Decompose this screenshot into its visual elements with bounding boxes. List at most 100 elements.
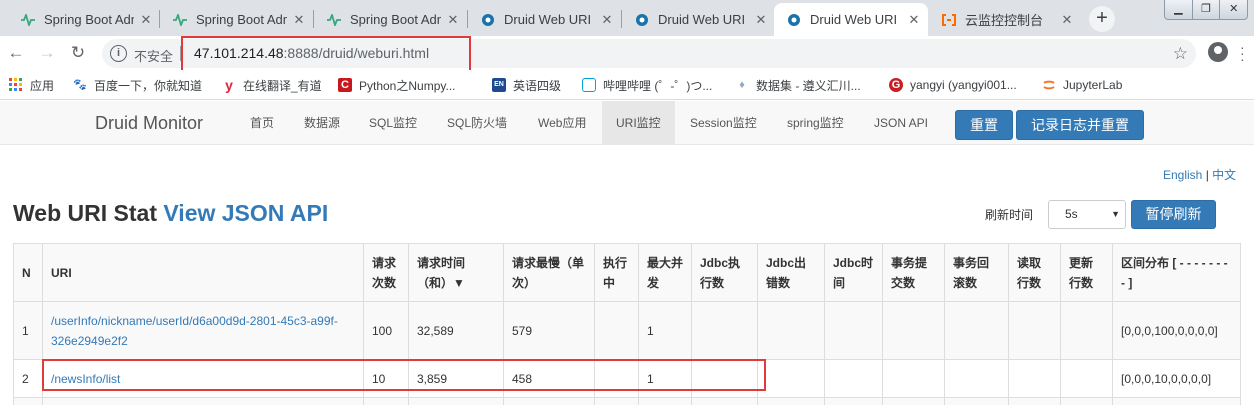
col-header-tx-commit[interactable]: 事务提交数 bbox=[882, 243, 945, 302]
new-tab-button[interactable]: + bbox=[1089, 6, 1115, 32]
close-tab-icon[interactable]: ✕ bbox=[291, 12, 307, 28]
forward-arrow-icon[interactable]: → bbox=[35, 41, 59, 65]
close-tab-icon[interactable]: ✕ bbox=[1059, 12, 1075, 28]
minimize-icon[interactable]: ▁ bbox=[1165, 0, 1193, 19]
col-header-tx-rollback[interactable]: 事务回滚数 bbox=[944, 243, 1009, 302]
browser-tab[interactable]: 云监控控制台 ✕ bbox=[929, 3, 1081, 36]
restore-icon[interactable]: ❐ bbox=[1193, 0, 1221, 19]
bookmark-label: 哔哩哔哩 (゜-゜)つ... bbox=[603, 78, 713, 93]
cell-max-concurrency bbox=[638, 397, 692, 405]
bookmark-label: 英语四级 bbox=[513, 78, 562, 93]
browser-tab[interactable]: Spring Boot Admin ✕ bbox=[8, 3, 160, 36]
view-json-api-link[interactable]: View JSON API bbox=[163, 200, 328, 226]
brand-title[interactable]: Druid Monitor bbox=[95, 113, 203, 134]
cell-request-time-sum bbox=[408, 397, 504, 405]
table-header-row: N URI 请求次数 请求时间（和）▼ 请求最慢（单次） 执行中 最大并发 Jd… bbox=[13, 243, 1241, 302]
nav-uri[interactable]: URI监控 bbox=[602, 101, 675, 145]
cell-tx-commit bbox=[882, 397, 945, 405]
reset-button[interactable]: 重置 bbox=[955, 110, 1013, 140]
info-icon[interactable]: i bbox=[110, 45, 127, 62]
cell-jdbc-exec bbox=[691, 397, 758, 405]
cell-rows-updated bbox=[1060, 397, 1113, 405]
cell-jdbc-exec bbox=[691, 301, 758, 360]
close-tab-icon[interactable]: ✕ bbox=[599, 12, 615, 28]
nav-datasource[interactable]: 数据源 bbox=[290, 101, 354, 145]
tab-title: Druid Web URI bbox=[810, 12, 898, 27]
cell-tx-rollback bbox=[944, 397, 1009, 405]
col-header-histogram[interactable]: 区间分布 [ - - - - - - - - ] bbox=[1112, 243, 1241, 302]
cell-jdbc-time bbox=[824, 301, 883, 360]
cell-executing bbox=[594, 301, 639, 360]
col-header-rows-updated[interactable]: 更新行数 bbox=[1060, 243, 1113, 302]
close-tab-icon[interactable]: ✕ bbox=[906, 12, 922, 28]
bookmark-item[interactable]: y 在线翻译_有道 bbox=[222, 76, 322, 94]
tab-title: Druid Web URI bbox=[658, 12, 746, 27]
col-header-n[interactable]: N bbox=[13, 243, 43, 302]
browser-tab[interactable]: Druid Web URI ✕ bbox=[468, 3, 621, 36]
cell-n: 1 bbox=[13, 301, 43, 360]
bookmark-item[interactable]: 哔哩哔哩 (゜-゜)つ... bbox=[582, 76, 712, 94]
refresh-interval-select[interactable]: 5s ▼ bbox=[1048, 200, 1126, 229]
menu-kebab-icon[interactable]: · · · bbox=[1240, 40, 1245, 66]
col-header-jdbc-error[interactable]: Jdbc出错数 bbox=[757, 243, 825, 302]
bilibili-icon bbox=[582, 78, 596, 92]
url-highlight-box bbox=[181, 36, 471, 73]
col-header-request-slowest[interactable]: 请求最慢（单次） bbox=[503, 243, 595, 302]
lang-english-link[interactable]: English bbox=[1163, 168, 1202, 182]
browser-tab[interactable]: Spring Boot Admin ✕ bbox=[160, 3, 313, 36]
nav-json-api[interactable]: JSON API bbox=[860, 101, 942, 145]
spring-boot-admin-icon bbox=[172, 12, 188, 28]
col-header-uri[interactable]: URI bbox=[42, 243, 364, 302]
close-tab-icon[interactable]: ✕ bbox=[138, 12, 154, 28]
reload-icon[interactable]: ↻ bbox=[66, 41, 90, 65]
browser-tab-active[interactable]: Druid Web URI ✕ bbox=[774, 3, 928, 36]
log-and-reset-button[interactable]: 记录日志并重置 bbox=[1016, 110, 1144, 140]
nav-sql[interactable]: SQL监控 bbox=[355, 101, 431, 145]
cell-histogram bbox=[1112, 397, 1241, 405]
close-tab-icon[interactable]: ✕ bbox=[445, 12, 461, 28]
profile-avatar-icon[interactable] bbox=[1208, 42, 1228, 62]
bookmark-item[interactable]: 应用 bbox=[9, 76, 54, 94]
tab-title: Spring Boot Admin bbox=[196, 12, 287, 27]
lang-divider: | bbox=[1205, 168, 1209, 182]
col-header-request-time-sum[interactable]: 请求时间（和）▼ bbox=[408, 243, 504, 302]
cell-rows-read bbox=[1008, 397, 1061, 405]
close-window-icon[interactable]: ✕ bbox=[1220, 0, 1247, 19]
nav-sql-firewall[interactable]: SQL防火墙 bbox=[433, 101, 521, 145]
nav-session[interactable]: Session监控 bbox=[676, 101, 771, 145]
back-arrow-icon[interactable]: ← bbox=[4, 41, 28, 65]
bookmark-star-icon[interactable]: ☆ bbox=[1173, 44, 1188, 64]
bookmark-item[interactable]: 🐾 百度一下，你就知道 bbox=[73, 76, 202, 94]
cell-jdbc-error bbox=[757, 359, 825, 398]
bookmark-item[interactable]: G yangyi (yangyi001... bbox=[889, 76, 1017, 94]
close-tab-icon[interactable]: ✕ bbox=[753, 12, 769, 28]
baidu-icon: 🐾 bbox=[73, 79, 87, 91]
tab-title: Spring Boot Admin bbox=[350, 12, 441, 27]
uri-link[interactable]: /userInfo/nickname/userId/d6a00d9d-2801-… bbox=[51, 314, 338, 348]
bookmark-label: 在线翻译_有道 bbox=[243, 78, 322, 93]
nav-spring[interactable]: spring监控 bbox=[773, 101, 858, 145]
col-header-jdbc-time[interactable]: Jdbc时间 bbox=[824, 243, 883, 302]
col-header-jdbc-exec[interactable]: Jdbc执行数 bbox=[691, 243, 758, 302]
nav-home[interactable]: 首页 bbox=[236, 101, 288, 145]
pause-refresh-button[interactable]: 暂停刷新 bbox=[1131, 200, 1216, 229]
cell-histogram: [0,0,0,100,0,0,0,0] bbox=[1112, 301, 1241, 360]
apps-grid-icon bbox=[9, 78, 23, 92]
cell-jdbc-error bbox=[757, 397, 825, 405]
bookmark-item[interactable]: EN 英语四级 bbox=[492, 76, 561, 94]
page-title-text: Web URI Stat bbox=[13, 200, 157, 226]
bookmark-item[interactable]: JupyterLab bbox=[1042, 76, 1122, 94]
col-header-request-count[interactable]: 请求次数 bbox=[363, 243, 409, 302]
browser-tab[interactable]: Spring Boot Admin ✕ bbox=[314, 3, 467, 36]
bookmark-item[interactable]: C Python之Numpy... bbox=[338, 76, 455, 94]
cell-executing bbox=[594, 397, 639, 405]
col-header-rows-read[interactable]: 读取行数 bbox=[1008, 243, 1061, 302]
nav-web-app[interactable]: Web应用 bbox=[524, 101, 600, 145]
browser-tab[interactable]: Druid Web URI ✕ bbox=[622, 3, 775, 36]
col-header-executing[interactable]: 执行中 bbox=[594, 243, 639, 302]
cell-request-count bbox=[363, 397, 409, 405]
bookmark-item[interactable]: ♦ 数据集 - 遵义汇川... bbox=[735, 76, 860, 94]
col-header-max-concurrency[interactable]: 最大并发 bbox=[638, 243, 692, 302]
lang-chinese-link[interactable]: 中文 bbox=[1212, 168, 1236, 182]
cell-request-time-sum: 32,589 bbox=[408, 301, 504, 360]
